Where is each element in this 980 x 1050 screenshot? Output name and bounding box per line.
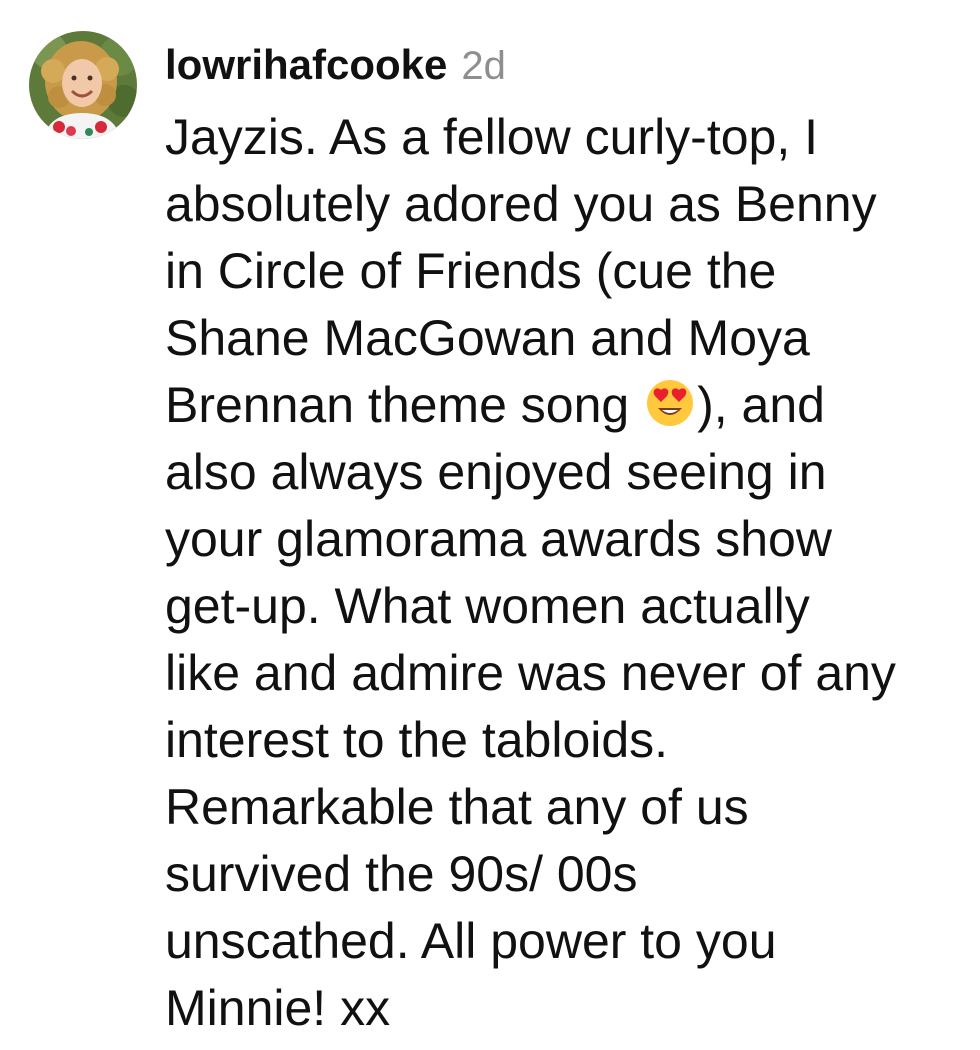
text-line: your glamorama awards show [165, 511, 832, 567]
text-line: in Circle of Friends (cue the [165, 243, 777, 299]
heart-eyes-emoji-icon [645, 378, 695, 428]
text-line: like and admire was never of any [165, 645, 896, 701]
text-line: unscathed. All power to you [165, 913, 777, 969]
comment-header: lowrihafcooke 2d [165, 38, 965, 92]
comment-text: Jayzis. As a fellow curly-top, I absolut… [165, 104, 965, 1042]
text-line: Jayzis. As a fellow curly-top, I [165, 109, 819, 165]
avatar[interactable] [29, 31, 137, 139]
comment-body: lowrihafcooke 2d Jayzis. As a fellow curl… [165, 38, 965, 1042]
text-line: Shane MacGowan and Moya [165, 310, 810, 366]
username-link[interactable]: lowrihafcooke [165, 41, 447, 88]
comment: lowrihafcooke 2d Jayzis. As a fellow curl… [0, 0, 980, 1050]
text-line: Remarkable that any of us [165, 779, 749, 835]
text-line: interest to the tabloids. [165, 712, 669, 768]
text-segment: Brennan theme song [165, 377, 630, 433]
text-line: get-up. What women actually [165, 578, 810, 634]
profile-photo-icon [29, 31, 137, 139]
timestamp[interactable]: 2d [461, 44, 506, 88]
text-line-with-emoji: Brennan theme song ), and [165, 372, 965, 439]
text-line: absolutely adored you as Benny [165, 176, 877, 232]
text-segment: ), and [697, 377, 825, 433]
text-line: survived the 90s/ 00s [165, 846, 638, 902]
text-line: Minnie! xx [165, 980, 391, 1036]
text-line: also always enjoyed seeing in [165, 444, 827, 500]
